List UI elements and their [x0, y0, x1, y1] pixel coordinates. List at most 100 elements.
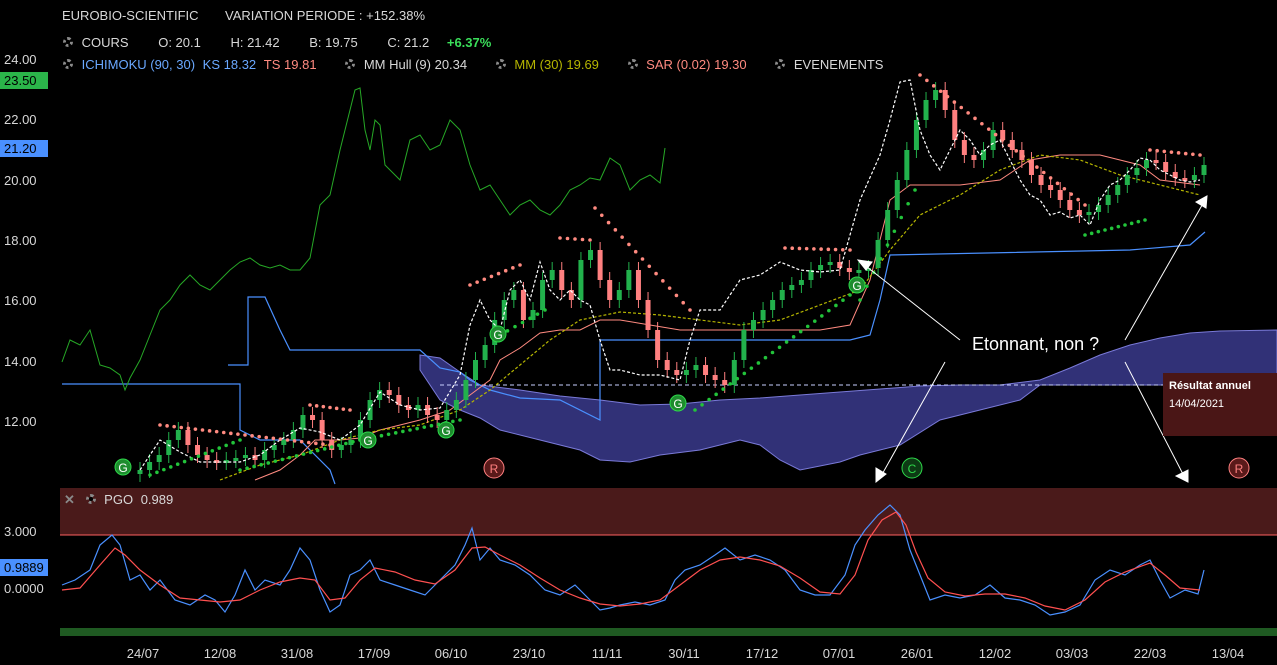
sar-dot — [158, 423, 162, 427]
sar-dot — [966, 111, 970, 115]
sar-dot — [165, 424, 169, 428]
sar-dot — [189, 457, 194, 461]
sar-dot — [429, 423, 434, 428]
candle-body — [1201, 165, 1207, 175]
sar-dot — [784, 340, 789, 344]
sar-dot — [257, 434, 261, 439]
sar-dot — [573, 237, 577, 241]
x-tick: 03/03 — [1055, 646, 1089, 661]
sar-dot — [1129, 221, 1134, 226]
x-tick: 23/10 — [512, 646, 546, 661]
sar-dot — [973, 116, 977, 121]
sar-dot — [1007, 143, 1012, 148]
pgo-bottom-band — [60, 628, 1277, 636]
candle-body — [760, 310, 766, 320]
candle-body — [1067, 200, 1073, 210]
price-chart[interactable]: G G G G G G R C R — [0, 0, 1277, 665]
sar-dot — [1191, 152, 1195, 157]
sar-dot — [1035, 165, 1039, 169]
sar-dot — [273, 459, 278, 463]
sar-dot — [565, 236, 570, 241]
candle-body — [664, 360, 670, 370]
sar-dot — [1116, 224, 1121, 229]
signal-g-5: G — [669, 394, 687, 412]
candle-body — [453, 400, 459, 410]
candle-body — [501, 300, 507, 320]
candle-body — [444, 410, 450, 420]
sar-dot — [1083, 203, 1087, 207]
candle-body — [1124, 175, 1130, 185]
sar-dot — [804, 246, 809, 251]
sar-dot — [308, 450, 313, 455]
sar-dot — [328, 405, 332, 410]
sar-dot — [1109, 226, 1114, 231]
candle-body — [616, 290, 622, 300]
sar-dot — [1136, 219, 1141, 224]
sar-dot — [885, 243, 890, 247]
candle-body — [770, 300, 776, 310]
candle-body — [319, 420, 325, 440]
sar-dot — [654, 271, 658, 276]
sar-dot — [906, 201, 910, 206]
sar-dot — [945, 94, 950, 99]
sar-dot — [1076, 197, 1080, 202]
sar-dot — [627, 242, 631, 247]
signal-g-2: G — [359, 431, 377, 449]
close-icon[interactable]: ✕ — [64, 492, 75, 507]
pgo-overbought-band — [60, 488, 1277, 535]
sar-dot — [193, 427, 198, 431]
sar-dot — [1096, 229, 1101, 234]
sar-dot — [1083, 233, 1087, 237]
svg-text:G: G — [493, 328, 502, 342]
x-tick: 12/02 — [978, 646, 1012, 661]
sar-dot — [513, 324, 517, 329]
sar-dot — [306, 440, 311, 445]
candle-body — [1153, 160, 1159, 163]
candle-body — [281, 440, 287, 445]
candle-body — [789, 285, 795, 290]
sar-dot — [475, 280, 479, 284]
candle-body — [367, 400, 373, 420]
sar-dot — [1162, 149, 1167, 154]
sar-dot — [203, 451, 208, 456]
x-tick: 07/01 — [822, 646, 856, 661]
sar-dot — [1069, 192, 1074, 196]
sar-dot — [913, 188, 917, 192]
candle-body — [175, 430, 181, 440]
candle-body — [923, 100, 929, 120]
signal-g-4: G — [489, 325, 507, 343]
sar-dot — [791, 335, 796, 339]
sar-dot — [229, 431, 233, 436]
sar-dot — [899, 215, 904, 220]
candle-body — [511, 290, 517, 300]
sar-dot — [756, 361, 761, 365]
candle-body — [779, 290, 785, 300]
sar-dot — [770, 350, 775, 355]
sar-dot — [172, 424, 176, 429]
sar-dot — [1148, 148, 1152, 152]
sar-dot — [840, 247, 845, 252]
sar-dot — [777, 345, 782, 350]
sar-dot — [214, 429, 219, 434]
sar-dot — [468, 283, 472, 287]
sar-dot — [231, 440, 235, 445]
sar-dot — [1198, 153, 1202, 157]
sar-dot — [520, 320, 525, 325]
pgo-settings-icon[interactable] — [85, 493, 97, 505]
sar-dot — [735, 376, 740, 381]
candle-body — [1086, 212, 1092, 215]
candle-body — [482, 345, 488, 360]
sar-dot — [812, 247, 816, 251]
sar-dot — [1000, 138, 1005, 142]
sar-dot — [1183, 151, 1188, 156]
candle-body — [185, 430, 191, 445]
sar-dot — [252, 464, 256, 469]
candle-body — [588, 250, 594, 260]
sar-dot — [833, 247, 838, 252]
candle-body — [846, 268, 852, 272]
candle-body — [645, 300, 651, 330]
sar-dot — [259, 462, 263, 467]
sar-dot — [386, 432, 391, 437]
sar-dot — [321, 442, 325, 446]
candle-body — [204, 455, 210, 460]
